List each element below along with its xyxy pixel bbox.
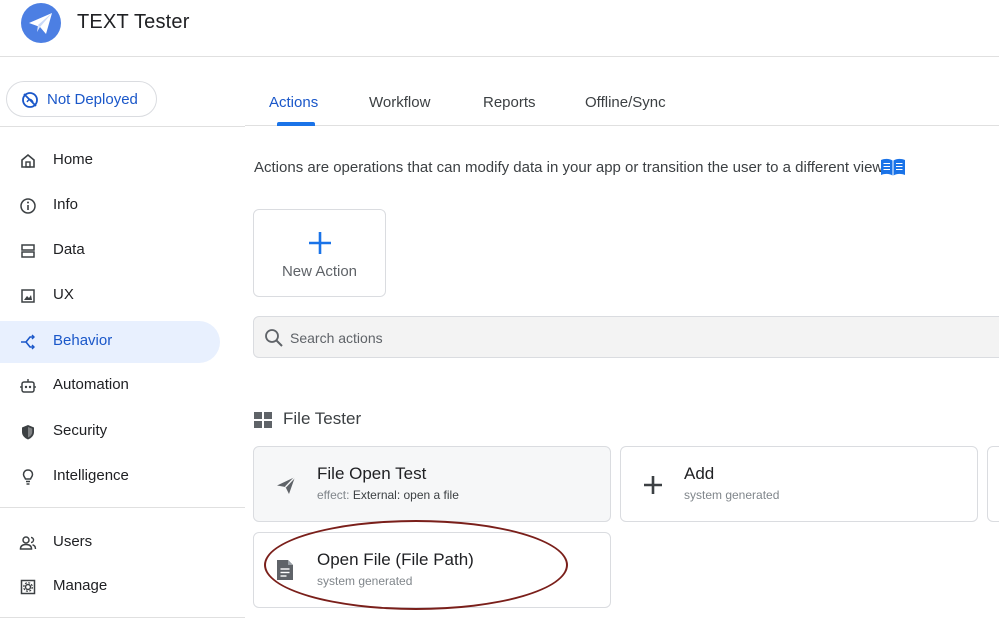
tab-workflow[interactable]: Workflow [369,94,430,111]
document-icon [276,559,294,586]
sidebar-item-data[interactable]: Data [0,230,220,272]
sidebar-item-label: Users [53,533,93,550]
send-icon [274,473,298,502]
search-bar [253,316,999,358]
card-title: File Open Test [317,464,427,483]
sidebar-divider [0,507,245,508]
sidebar-divider [0,126,245,127]
card-title: Add [684,464,715,483]
app-title: TEXT Tester [77,11,190,33]
deploy-status-chip[interactable]: Not Deployed [6,81,157,117]
sidebar-item-label: Home [53,151,94,168]
paper-plane-icon[interactable] [21,3,61,43]
info-icon [19,197,37,215]
effect-prefix: effect: [317,488,350,502]
sidebar-item-ux[interactable]: UX [0,275,220,317]
sidebar-item-label: Manage [53,577,108,594]
sidebar-item-security[interactable]: Security [0,411,220,453]
card-title: Open File (File Path) [317,550,474,569]
new-action-button[interactable]: New Action [253,209,386,297]
sidebar-item-label: Behavior [53,332,113,349]
effect-value: External: open a file [352,488,459,502]
sidebar-divider [0,617,245,618]
tab-reports[interactable]: Reports [483,94,536,111]
active-tab-indicator [277,122,315,126]
sidebar-item-manage[interactable]: Manage [0,566,220,608]
search-icon [264,328,284,353]
plus-icon [308,231,332,260]
sidebar-item-behavior[interactable]: Behavior [0,321,220,363]
action-card[interactable]: File Open Test effect: External: open a … [253,446,611,522]
sidebar-item-label: Security [53,422,108,439]
lightbulb-icon [19,468,37,486]
sidebar-item-info[interactable]: Info [0,185,220,227]
data-icon [19,242,37,260]
card-subtitle: system generated [684,488,780,502]
app-header: TEXT Tester [0,0,999,57]
deploy-status-label: Not Deployed [47,91,138,108]
users-icon [19,534,37,552]
not-deployed-icon [20,90,40,115]
book-icon[interactable] [880,157,906,182]
search-input[interactable] [290,327,790,349]
behavior-icon [19,333,37,351]
group-title: File Tester [283,409,362,428]
card-subtitle: system generated [317,574,413,588]
new-action-label: New Action [281,263,358,280]
actions-description: Actions are operations that can modify d… [254,159,884,176]
sidebar-item-label: Info [53,196,79,213]
shield-icon [19,423,37,441]
sidebar-item-label: Data [53,241,85,258]
image-icon [19,287,37,305]
sidebar-item-label: Automation [53,376,129,393]
home-icon [19,152,37,170]
tab-offline-sync[interactable]: Offline/Sync [585,94,666,111]
action-card[interactable] [987,446,999,522]
robot-icon [19,377,37,395]
grid-icon [254,412,272,433]
sidebar-item-label: Intelligence [53,467,129,484]
plus-icon [643,475,663,500]
sidebar-item-automation[interactable]: Automation [0,365,220,407]
action-card[interactable]: Add system generated [620,446,978,522]
sidebar-item-intelligence[interactable]: Intelligence [0,456,220,498]
card-effect: effect: External: open a file [317,488,459,502]
sidebar-item-home[interactable]: Home [0,140,220,182]
sidebar-item-users[interactable]: Users [0,522,220,564]
tabs-bar: Actions Workflow Reports Offline/Sync [245,57,999,126]
action-card[interactable]: Open File (File Path) system generated [253,532,611,608]
sidebar-item-label: UX [53,286,74,303]
tab-actions[interactable]: Actions [269,94,318,111]
manage-icon [19,578,37,596]
